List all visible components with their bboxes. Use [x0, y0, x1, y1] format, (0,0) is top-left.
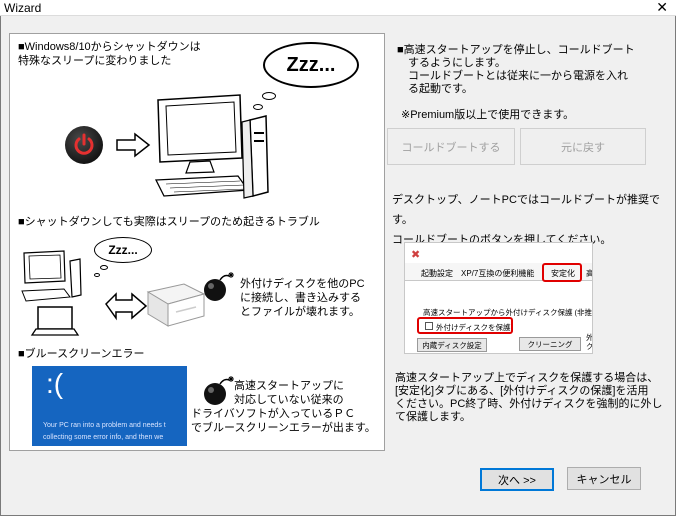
power-button-icon [65, 126, 103, 164]
zzz-text: Zzz... [286, 53, 336, 76]
zzz-small-balloon: Zzz... [94, 237, 152, 263]
bluescreen-image: :( Your PC ran into a problem and needs … [32, 366, 187, 446]
zzz-balloon: Zzz... [263, 42, 359, 88]
app-x-icon: ✖ [411, 249, 421, 261]
section-trouble-caption: ■シャットダウンしても実際はスリープのため起きるトラブル [18, 216, 320, 228]
bomb-icon [204, 272, 234, 301]
tab-xp7-compat: XP/7互換の便利機能 [461, 269, 535, 278]
arrow-right-icon [116, 132, 151, 158]
bsod-text-2: ドライバソフトが入っているＰＣ でブルースクリーンエラーが出ます。 [191, 408, 376, 434]
tab-more: 高 [586, 268, 592, 279]
desktop-pc-icon [154, 94, 269, 199]
close-icon[interactable]: ✕ [656, 0, 668, 15]
bomb-icon [204, 376, 234, 405]
next-button[interactable]: 次へ >> [480, 468, 554, 491]
bsod-text-1: 高速スタートアップに 対応していない従来の [234, 380, 344, 406]
cancel-button[interactable]: キャンセル [567, 467, 641, 490]
premium-note: ※Premium版以上で使用できます。 [401, 109, 575, 121]
window-title: Wizard [4, 1, 42, 15]
thought-bubble-dot [100, 265, 108, 270]
bsod-message: Your PC ran into a problem and needs t c… [43, 422, 166, 441]
cold-boot-button[interactable]: コールドブートする [387, 128, 515, 165]
illustration-panel: ■Windows8/10からシャットダウンは 特殊なスリープに変わりました Zz… [9, 33, 385, 451]
laptop-icon [30, 306, 80, 336]
section-bsod-caption: ■ブルースクリーンエラー [18, 348, 145, 360]
recommendation-text: デスクトップ、ノートPCではコールドブートが推奨です。 コールドブートのボタンを… [392, 194, 660, 246]
external-disk-icon [146, 283, 206, 327]
section-shutdown-caption: ■Windows8/10からシャットダウンは 特殊なスリープに変わりました [18, 41, 201, 67]
small-pc-icon [21, 250, 82, 302]
settings-screenshot: ✖ 起動設定 XP/7互換の便利機能 安定化 高 高速スタートアップから外付けデ… [404, 242, 593, 354]
cold-boot-description: ■高速スタートアップを停止し、コールドブート するようにします。 コールドブート… [397, 44, 635, 95]
title-bar: Wizard ✕ [0, 0, 676, 16]
restore-button[interactable]: 元に戻す [520, 128, 646, 165]
cut-off-text: 外 ク [586, 333, 593, 351]
disk-damage-text: 外付けディスクを他のPC に接続し、書き込みする とファイルが壊れます。 [240, 278, 365, 318]
thought-bubble-dot [94, 273, 100, 277]
internal-disk-settings-button: 内蔵ディスク設定 [417, 338, 487, 352]
tab-boot-settings: 起動設定 [421, 269, 453, 278]
highlight-stabilize-tab [542, 263, 582, 282]
zzz-small-text: Zzz... [108, 243, 138, 257]
cleaning-button: クリーニング [519, 337, 581, 351]
protection-description: 高速スタートアップ上でディスクを保護する場合は、 [安定化]タブにある、[外付け… [395, 372, 663, 423]
highlight-protect-checkbox [417, 317, 513, 334]
bsod-sad-face: :( [46, 368, 64, 399]
